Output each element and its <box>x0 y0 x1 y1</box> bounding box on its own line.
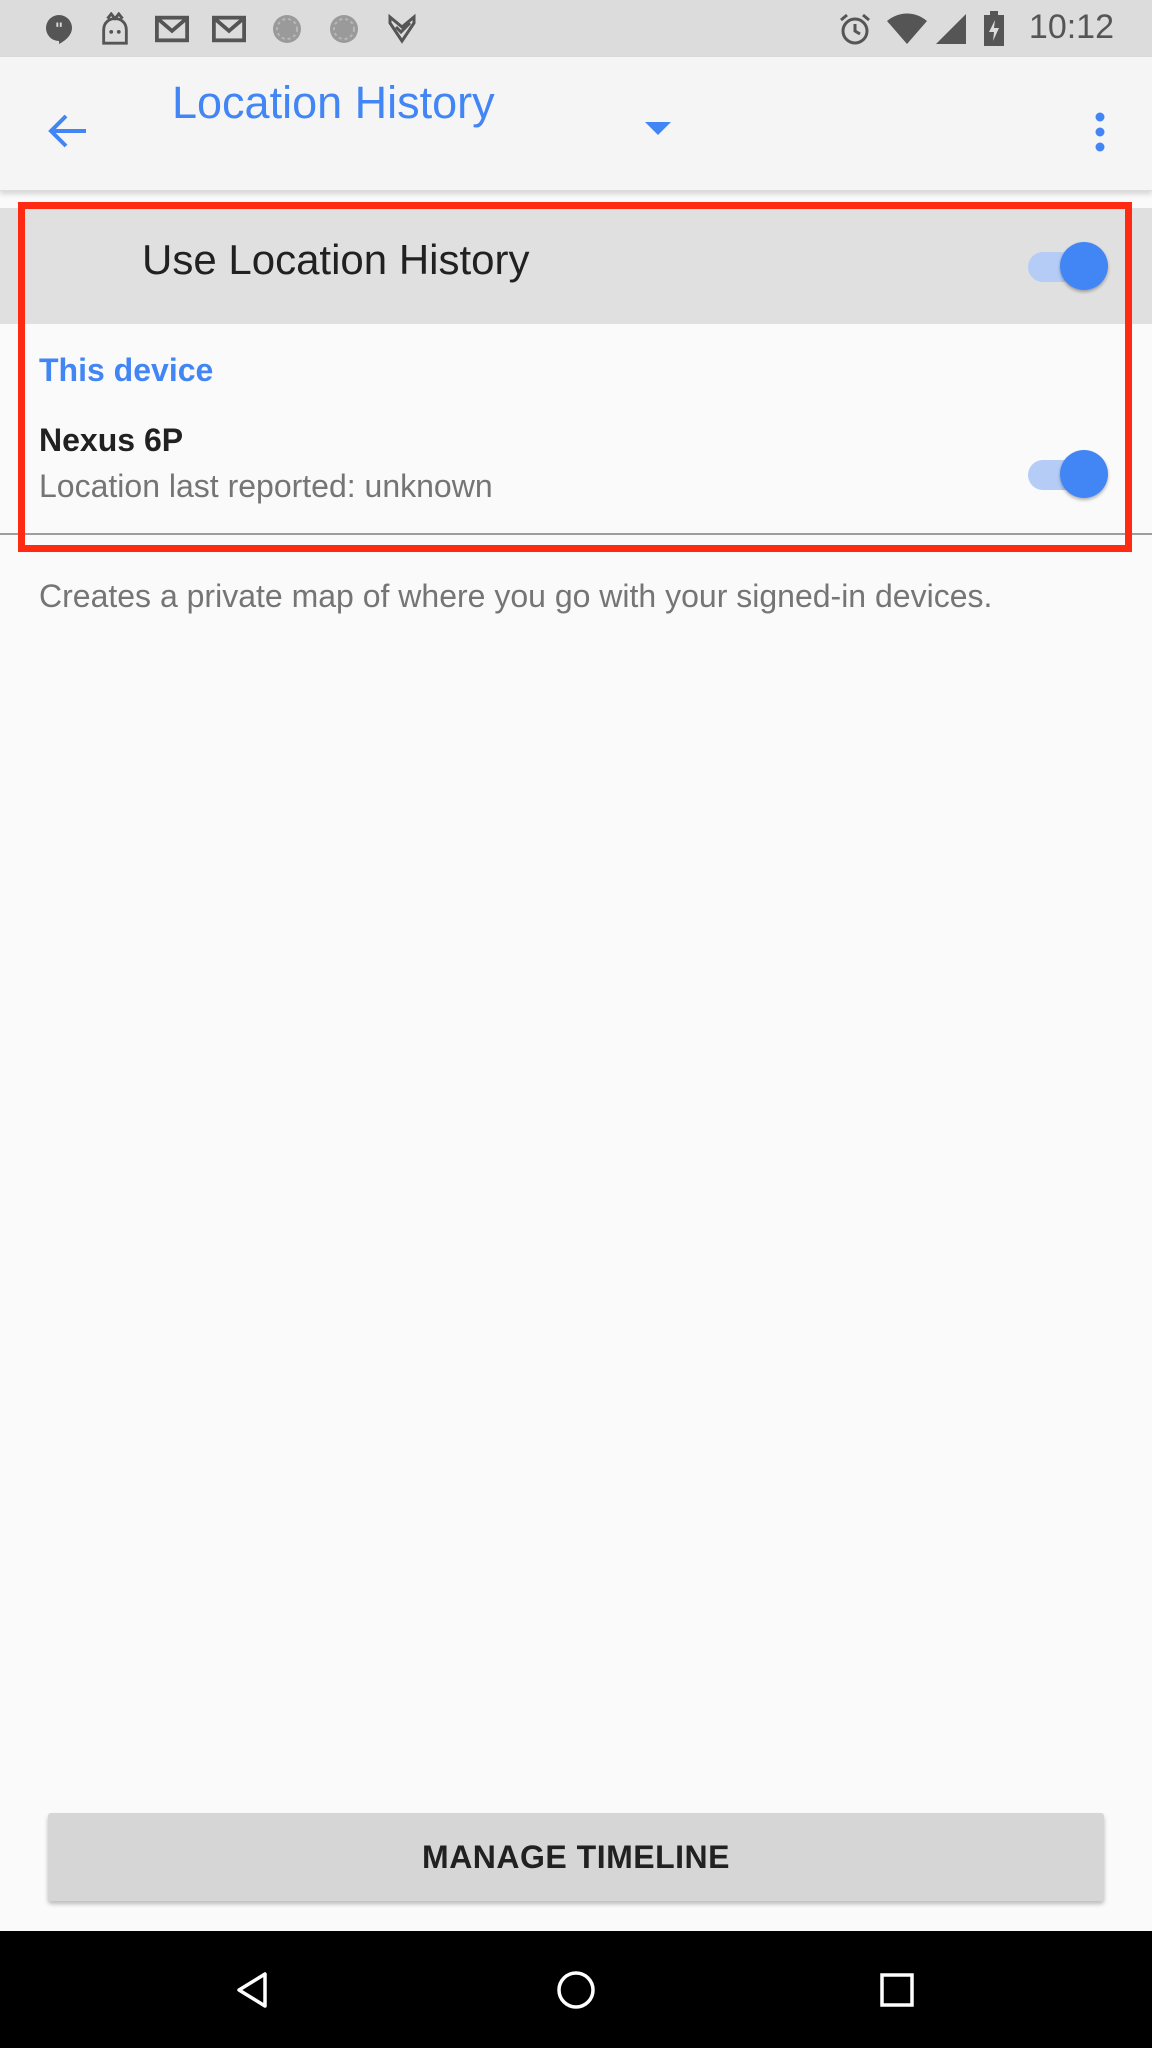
nav-home-button[interactable] <box>543 1957 609 2023</box>
highlight-box <box>18 202 1132 552</box>
dropdown-arrow-icon <box>645 122 671 135</box>
battery-icon <box>982 11 1006 46</box>
nav-recents-button[interactable] <box>864 1957 930 2023</box>
gray-circle-icon <box>327 12 361 46</box>
hangouts-icon: " <box>42 12 76 46</box>
back-triangle-icon <box>237 1972 267 2008</box>
location-history-description: Creates a private map of where you go wi… <box>39 578 993 614</box>
gmail-icon <box>212 12 246 46</box>
home-circle-icon <box>557 1971 595 2009</box>
back-arrow-icon <box>48 114 86 148</box>
status-bar: " 10:12 <box>0 0 1152 57</box>
alarm-icon <box>838 12 872 46</box>
recents-square-icon <box>880 1973 914 2007</box>
checkmark-app-icon <box>385 12 419 46</box>
status-time: 10:12 <box>1028 8 1114 46</box>
wifi-icon <box>886 12 928 46</box>
gmail-icon <box>155 12 189 46</box>
title-dropdown-button[interactable] <box>636 107 680 151</box>
page-title[interactable]: Location History <box>172 77 495 129</box>
svg-text:": " <box>55 19 63 38</box>
game-app-icon <box>98 12 132 46</box>
more-vert-icon <box>1095 112 1105 152</box>
navigation-bar <box>0 1931 1152 2048</box>
manage-timeline-button[interactable]: MANAGE TIMELINE <box>48 1813 1104 1901</box>
more-options-button[interactable] <box>1078 97 1122 167</box>
nav-back-button[interactable] <box>220 1957 286 2023</box>
back-button[interactable] <box>36 99 100 163</box>
app-bar: Location History <box>0 57 1152 191</box>
gray-circle-icon <box>270 12 304 46</box>
cell-signal-icon <box>934 12 968 46</box>
